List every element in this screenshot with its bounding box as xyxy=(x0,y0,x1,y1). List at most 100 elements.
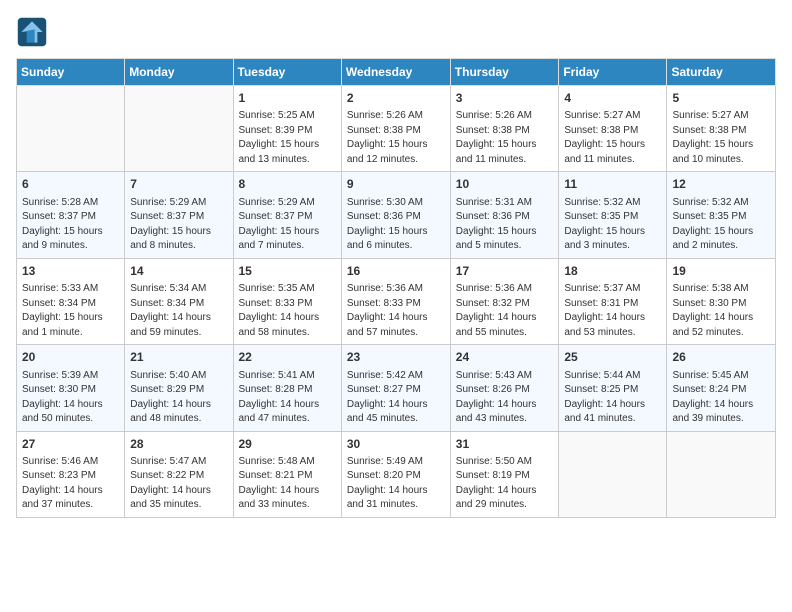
day-info: Sunrise: 5:35 AM Sunset: 8:33 PM Dayligh… xyxy=(239,282,336,340)
weekday-header-row: SundayMondayTuesdayWednesdayThursdayFrid… xyxy=(17,59,776,86)
day-info: Sunrise: 5:36 AM Sunset: 8:33 PM Dayligh… xyxy=(347,282,445,340)
calendar-cell: 25 Sunrise: 5:44 AM Sunset: 8:25 PM Dayl… xyxy=(559,345,667,431)
calendar-cell: 13 Sunrise: 5:33 AM Sunset: 8:34 PM Dayl… xyxy=(17,258,125,344)
day-number: 31 xyxy=(456,436,554,453)
sunrise-label: Sunrise: 5:26 AM xyxy=(456,110,532,121)
day-number: 19 xyxy=(672,263,770,280)
day-number: 2 xyxy=(347,90,445,107)
day-info: Sunrise: 5:29 AM Sunset: 8:37 PM Dayligh… xyxy=(130,196,227,254)
daylight-label: Daylight: 15 hours and 13 minutes. xyxy=(239,139,320,165)
daylight-label: Daylight: 14 hours and 59 minutes. xyxy=(130,312,211,338)
day-info: Sunrise: 5:30 AM Sunset: 8:36 PM Dayligh… xyxy=(347,196,445,254)
daylight-label: Daylight: 14 hours and 45 minutes. xyxy=(347,399,428,425)
day-info: Sunrise: 5:28 AM Sunset: 8:37 PM Dayligh… xyxy=(22,196,119,254)
daylight-label: Daylight: 14 hours and 55 minutes. xyxy=(456,312,537,338)
sunset-label: Sunset: 8:20 PM xyxy=(347,470,421,481)
daylight-label: Daylight: 14 hours and 53 minutes. xyxy=(564,312,645,338)
calendar-cell: 21 Sunrise: 5:40 AM Sunset: 8:29 PM Dayl… xyxy=(125,345,233,431)
day-number: 17 xyxy=(456,263,554,280)
day-info: Sunrise: 5:37 AM Sunset: 8:31 PM Dayligh… xyxy=(564,282,661,340)
calendar-cell: 1 Sunrise: 5:25 AM Sunset: 8:39 PM Dayli… xyxy=(233,86,341,172)
calendar-cell: 19 Sunrise: 5:38 AM Sunset: 8:30 PM Dayl… xyxy=(667,258,776,344)
daylight-label: Daylight: 14 hours and 29 minutes. xyxy=(456,485,537,511)
day-info: Sunrise: 5:50 AM Sunset: 8:19 PM Dayligh… xyxy=(456,455,554,513)
day-info: Sunrise: 5:42 AM Sunset: 8:27 PM Dayligh… xyxy=(347,369,445,427)
calendar-cell: 23 Sunrise: 5:42 AM Sunset: 8:27 PM Dayl… xyxy=(341,345,450,431)
sunrise-label: Sunrise: 5:41 AM xyxy=(239,370,315,381)
sunrise-label: Sunrise: 5:29 AM xyxy=(239,197,315,208)
sunset-label: Sunset: 8:24 PM xyxy=(672,384,746,395)
day-info: Sunrise: 5:41 AM Sunset: 8:28 PM Dayligh… xyxy=(239,369,336,427)
day-number: 30 xyxy=(347,436,445,453)
day-number: 4 xyxy=(564,90,661,107)
sunset-label: Sunset: 8:37 PM xyxy=(130,211,204,222)
weekday-header-friday: Friday xyxy=(559,59,667,86)
weekday-header-saturday: Saturday xyxy=(667,59,776,86)
calendar-week-3: 13 Sunrise: 5:33 AM Sunset: 8:34 PM Dayl… xyxy=(17,258,776,344)
sunset-label: Sunset: 8:30 PM xyxy=(672,298,746,309)
daylight-label: Daylight: 14 hours and 35 minutes. xyxy=(130,485,211,511)
sunrise-label: Sunrise: 5:27 AM xyxy=(672,110,748,121)
day-number: 5 xyxy=(672,90,770,107)
calendar-body: 1 Sunrise: 5:25 AM Sunset: 8:39 PM Dayli… xyxy=(17,86,776,518)
sunrise-label: Sunrise: 5:32 AM xyxy=(672,197,748,208)
day-info: Sunrise: 5:44 AM Sunset: 8:25 PM Dayligh… xyxy=(564,369,661,427)
day-number: 15 xyxy=(239,263,336,280)
day-info: Sunrise: 5:27 AM Sunset: 8:38 PM Dayligh… xyxy=(564,109,661,167)
sunset-label: Sunset: 8:37 PM xyxy=(22,211,96,222)
daylight-label: Daylight: 14 hours and 58 minutes. xyxy=(239,312,320,338)
sunset-label: Sunset: 8:36 PM xyxy=(456,211,530,222)
daylight-label: Daylight: 15 hours and 10 minutes. xyxy=(672,139,753,165)
sunset-label: Sunset: 8:22 PM xyxy=(130,470,204,481)
day-info: Sunrise: 5:47 AM Sunset: 8:22 PM Dayligh… xyxy=(130,455,227,513)
daylight-label: Daylight: 14 hours and 33 minutes. xyxy=(239,485,320,511)
calendar-cell: 11 Sunrise: 5:32 AM Sunset: 8:35 PM Dayl… xyxy=(559,172,667,258)
sunset-label: Sunset: 8:37 PM xyxy=(239,211,313,222)
weekday-header-tuesday: Tuesday xyxy=(233,59,341,86)
sunrise-label: Sunrise: 5:36 AM xyxy=(347,283,423,294)
daylight-label: Daylight: 15 hours and 12 minutes. xyxy=(347,139,428,165)
sunrise-label: Sunrise: 5:39 AM xyxy=(22,370,98,381)
calendar-header: SundayMondayTuesdayWednesdayThursdayFrid… xyxy=(17,59,776,86)
sunset-label: Sunset: 8:25 PM xyxy=(564,384,638,395)
calendar-cell: 12 Sunrise: 5:32 AM Sunset: 8:35 PM Dayl… xyxy=(667,172,776,258)
daylight-label: Daylight: 14 hours and 43 minutes. xyxy=(456,399,537,425)
sunrise-label: Sunrise: 5:31 AM xyxy=(456,197,532,208)
calendar-cell: 16 Sunrise: 5:36 AM Sunset: 8:33 PM Dayl… xyxy=(341,258,450,344)
day-number: 25 xyxy=(564,349,661,366)
day-info: Sunrise: 5:40 AM Sunset: 8:29 PM Dayligh… xyxy=(130,369,227,427)
sunset-label: Sunset: 8:38 PM xyxy=(564,125,638,136)
calendar-cell: 20 Sunrise: 5:39 AM Sunset: 8:30 PM Dayl… xyxy=(17,345,125,431)
calendar-cell xyxy=(17,86,125,172)
daylight-label: Daylight: 14 hours and 50 minutes. xyxy=(22,399,103,425)
daylight-label: Daylight: 15 hours and 11 minutes. xyxy=(564,139,645,165)
sunrise-label: Sunrise: 5:36 AM xyxy=(456,283,532,294)
daylight-label: Daylight: 15 hours and 7 minutes. xyxy=(239,226,320,252)
day-number: 23 xyxy=(347,349,445,366)
calendar-week-1: 1 Sunrise: 5:25 AM Sunset: 8:39 PM Dayli… xyxy=(17,86,776,172)
sunrise-label: Sunrise: 5:48 AM xyxy=(239,456,315,467)
day-number: 28 xyxy=(130,436,227,453)
calendar-cell: 7 Sunrise: 5:29 AM Sunset: 8:37 PM Dayli… xyxy=(125,172,233,258)
sunrise-label: Sunrise: 5:34 AM xyxy=(130,283,206,294)
daylight-label: Daylight: 15 hours and 2 minutes. xyxy=(672,226,753,252)
logo xyxy=(16,16,52,48)
daylight-label: Daylight: 15 hours and 9 minutes. xyxy=(22,226,103,252)
calendar-week-2: 6 Sunrise: 5:28 AM Sunset: 8:37 PM Dayli… xyxy=(17,172,776,258)
calendar-cell xyxy=(667,431,776,517)
daylight-label: Daylight: 15 hours and 3 minutes. xyxy=(564,226,645,252)
sunset-label: Sunset: 8:28 PM xyxy=(239,384,313,395)
weekday-header-thursday: Thursday xyxy=(450,59,559,86)
weekday-header-sunday: Sunday xyxy=(17,59,125,86)
day-info: Sunrise: 5:32 AM Sunset: 8:35 PM Dayligh… xyxy=(672,196,770,254)
day-info: Sunrise: 5:45 AM Sunset: 8:24 PM Dayligh… xyxy=(672,369,770,427)
calendar-cell: 28 Sunrise: 5:47 AM Sunset: 8:22 PM Dayl… xyxy=(125,431,233,517)
sunset-label: Sunset: 8:34 PM xyxy=(22,298,96,309)
sunset-label: Sunset: 8:38 PM xyxy=(347,125,421,136)
logo-icon xyxy=(16,16,48,48)
calendar-cell: 3 Sunrise: 5:26 AM Sunset: 8:38 PM Dayli… xyxy=(450,86,559,172)
sunset-label: Sunset: 8:29 PM xyxy=(130,384,204,395)
calendar-cell: 4 Sunrise: 5:27 AM Sunset: 8:38 PM Dayli… xyxy=(559,86,667,172)
calendar-cell xyxy=(559,431,667,517)
weekday-header-wednesday: Wednesday xyxy=(341,59,450,86)
